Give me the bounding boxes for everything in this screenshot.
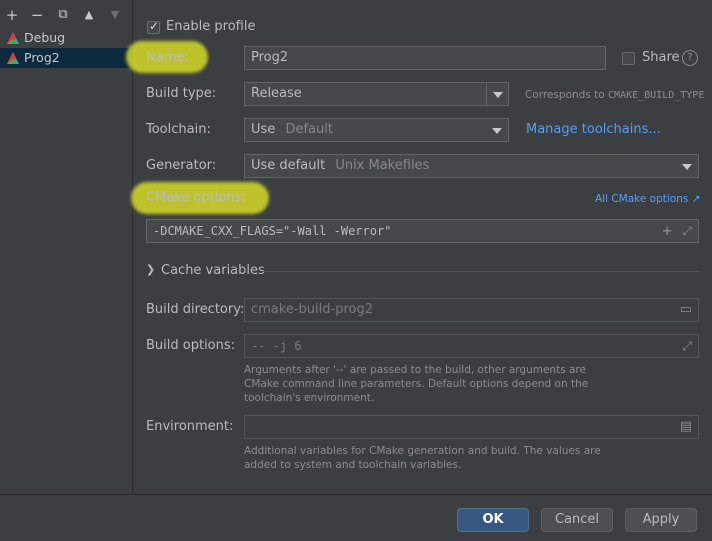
folder-icon[interactable]: ▭ [680,299,692,321]
toolchain-label: Toolchain: [146,122,211,137]
section-divider [262,271,699,272]
environment-note-line: added to system and toolchain variables. [244,459,462,471]
expand-icon[interactable]: ⤢ [682,335,692,357]
build-options-note-line: CMake command line parameters. Default o… [244,378,589,390]
toolchain-value: Use [251,122,276,137]
cmake-icon [7,32,19,44]
config-item-prog2[interactable]: Prog2 [0,48,132,68]
copy-icon[interactable]: ⧉ [54,6,72,24]
generator-select[interactable]: Use default Unix Makefiles [244,154,699,178]
build-type-note: Corresponds to CMAKE_BUILD_TYPE [525,88,704,103]
generator-label: Generator: [146,158,217,173]
cmake-icon [7,52,19,64]
add-icon[interactable]: + [662,220,672,242]
move-up-icon[interactable]: ▲ [80,6,98,24]
config-item-debug[interactable]: Debug [0,28,132,48]
environment-label: Environment: [146,419,234,434]
cmake-options-value: -DCMAKE_CXX_FLAGS="-Wall -Werror" [153,224,392,238]
move-down-icon[interactable]: ▼ [106,6,124,24]
add-icon[interactable]: + [3,6,21,24]
build-directory-field[interactable]: cmake-build-prog2 ▭ [244,298,699,322]
share-label: Share [642,50,680,65]
cmake-options-field[interactable]: -DCMAKE_CXX_FLAGS="-Wall -Werror" + ⤢ [146,219,699,243]
help-icon[interactable]: ? [682,50,698,66]
build-options-note: Arguments after '--' are passed to the b… [244,363,588,405]
build-directory-label: Build directory: [146,302,245,317]
chevron-down-icon [676,155,698,177]
configuration-list-panel: + − ⧉ ▲ ▼ Debug Prog2 [0,0,133,494]
cmake-options-label: CMake options: [146,190,246,205]
config-item-label: Debug [24,30,66,45]
build-options-field[interactable]: -- -j 6 ⤢ [244,334,699,358]
build-options-note-line: toolchain's environment. [244,392,375,404]
build-type-value: Release [251,86,302,101]
generator-hint: Unix Makefiles [335,158,430,173]
build-type-label: Build type: [146,86,217,101]
cancel-button[interactable]: Cancel [541,508,613,532]
apply-button[interactable]: Apply [625,508,697,532]
enable-profile-label: Enable profile [166,19,256,34]
ok-button[interactable]: OK [457,508,529,532]
build-type-select[interactable]: Release [244,82,509,106]
config-item-label: Prog2 [24,50,60,65]
build-options-note-line: Arguments after '--' are passed to the b… [244,364,586,376]
environment-note-line: Additional variables for CMake generatio… [244,445,601,457]
name-field[interactable]: Prog2 [244,46,606,70]
document-icon[interactable]: ▤ [680,416,692,438]
all-cmake-options-link[interactable]: All CMake options ↗ [595,193,701,205]
name-label: Name: [146,50,189,65]
chevron-right-icon[interactable]: ❯ [146,263,155,276]
build-options-placeholder: -- -j 6 [251,339,302,353]
toolchain-select[interactable]: Use Default [244,118,509,142]
manage-toolchains-link[interactable]: Manage toolchains... [526,122,661,137]
build-directory-placeholder: cmake-build-prog2 [251,302,373,317]
share-checkbox[interactable] [622,52,635,65]
environment-note: Additional variables for CMake generatio… [244,444,601,472]
footer-divider [0,494,712,495]
build-type-note-text: Corresponds to [525,89,609,101]
enable-profile-checkbox[interactable] [147,19,160,34]
build-options-label: Build options: [146,338,236,353]
chevron-down-icon [486,119,508,141]
expand-icon[interactable]: ⤢ [682,220,692,242]
environment-field[interactable]: ▤ [244,415,699,439]
build-type-note-code: CMAKE_BUILD_TYPE [608,90,705,101]
chevron-down-icon [486,83,508,105]
remove-icon[interactable]: − [28,6,46,24]
generator-value: Use default [251,158,326,173]
toolchain-hint: Default [285,122,333,137]
cache-variables-toggle[interactable]: Cache variables [161,263,265,278]
